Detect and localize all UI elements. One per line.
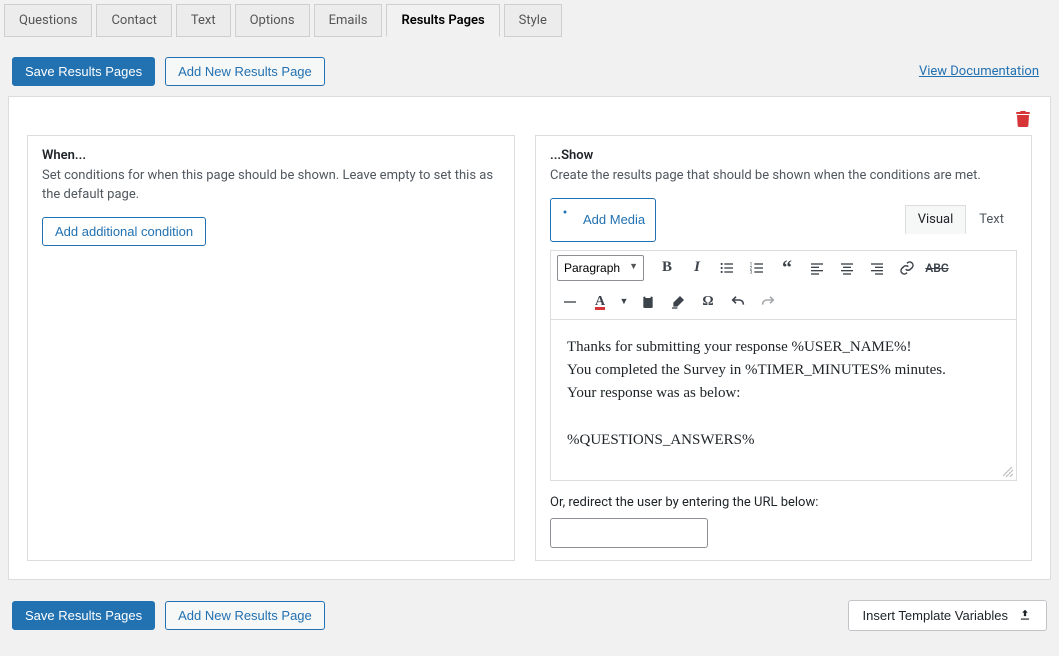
redo-icon[interactable]	[755, 289, 781, 315]
resize-grip-icon[interactable]	[1003, 467, 1013, 477]
tab-options[interactable]: Options	[235, 4, 310, 37]
show-description: Create the results page that should be s…	[550, 167, 1017, 186]
when-heading: When...	[42, 148, 500, 163]
clear-formatting-icon[interactable]	[665, 289, 691, 315]
add-media-label: Add Media	[583, 212, 645, 227]
editor-tab-text[interactable]: Text	[966, 205, 1017, 234]
editor-mode-tabs: Visual Text	[905, 205, 1017, 234]
text-color-icon[interactable]: A	[587, 289, 613, 315]
content-line-3: Your response was as below:	[567, 382, 1000, 405]
main-tabs: Questions Contact Text Options Emails Re…	[0, 0, 1059, 37]
wysiwyg-editor: Paragraph B I 123 “	[550, 250, 1017, 481]
add-condition-button[interactable]: Add additional condition	[42, 217, 206, 246]
bullet-list-icon[interactable]	[714, 255, 740, 281]
when-description: Set conditions for when this page should…	[42, 167, 500, 205]
save-button-bottom[interactable]: Save Results Pages	[12, 601, 155, 630]
svg-text:3: 3	[750, 269, 753, 275]
content-line-1: Thanks for submitting your response %USE…	[567, 336, 1000, 359]
trash-icon[interactable]	[1016, 111, 1030, 127]
add-new-results-page-button-bottom[interactable]: Add New Results Page	[165, 601, 325, 630]
redirect-label: Or, redirect the user by entering the UR…	[550, 495, 1017, 510]
content-line-4: %QUESTIONS_ANSWERS%	[567, 429, 1000, 452]
tab-questions[interactable]: Questions	[4, 4, 92, 37]
tab-style[interactable]: Style	[504, 4, 562, 37]
undo-icon[interactable]	[725, 289, 751, 315]
special-character-icon[interactable]: Ω	[695, 289, 721, 315]
link-icon[interactable]	[894, 255, 920, 281]
tab-text[interactable]: Text	[176, 4, 231, 37]
text-color-dropdown-icon[interactable]: ▼	[617, 289, 631, 315]
editor-toolbar: Paragraph B I 123 “	[551, 251, 1016, 320]
align-center-icon[interactable]	[834, 255, 860, 281]
add-media-button[interactable]: Add Media	[550, 198, 656, 242]
media-icon	[561, 204, 577, 236]
tab-contact[interactable]: Contact	[96, 4, 171, 37]
paste-icon[interactable]	[635, 289, 661, 315]
blockquote-icon[interactable]: “	[774, 255, 800, 281]
when-column: When... Set conditions for when this pag…	[27, 135, 515, 561]
tab-results-pages[interactable]: Results Pages	[386, 4, 499, 37]
redirect-url-input[interactable]	[550, 518, 708, 548]
insert-template-label: Insert Template Variables	[863, 608, 1008, 623]
strikethrough-icon[interactable]: ABC	[924, 255, 950, 281]
numbered-list-icon[interactable]: 123	[744, 255, 770, 281]
view-documentation-link[interactable]: View Documentation	[919, 64, 1039, 79]
bottom-action-row: Save Results Pages Add New Results Page …	[0, 590, 1059, 643]
show-column: ...Show Create the results page that sho…	[535, 135, 1032, 561]
tab-emails[interactable]: Emails	[314, 4, 383, 37]
add-new-results-page-button[interactable]: Add New Results Page	[165, 57, 325, 86]
insert-template-variables-button[interactable]: Insert Template Variables	[848, 600, 1047, 631]
editor-content[interactable]: Thanks for submitting your response %USE…	[551, 320, 1016, 480]
show-heading: ...Show	[550, 148, 1017, 163]
align-right-icon[interactable]	[864, 255, 890, 281]
bold-icon[interactable]: B	[654, 255, 680, 281]
save-button[interactable]: Save Results Pages	[12, 57, 155, 86]
content-line-2: You completed the Survey in %TIMER_MINUT…	[567, 359, 1000, 382]
editor-tab-visual[interactable]: Visual	[905, 205, 967, 234]
upload-icon	[1018, 608, 1032, 622]
italic-icon[interactable]: I	[684, 255, 710, 281]
results-page-panel: When... Set conditions for when this pag…	[8, 96, 1051, 580]
align-left-icon[interactable]	[804, 255, 830, 281]
format-select[interactable]: Paragraph	[557, 255, 644, 281]
top-action-row: Save Results Pages Add New Results Page …	[0, 37, 1059, 96]
horizontal-rule-icon[interactable]	[557, 289, 583, 315]
